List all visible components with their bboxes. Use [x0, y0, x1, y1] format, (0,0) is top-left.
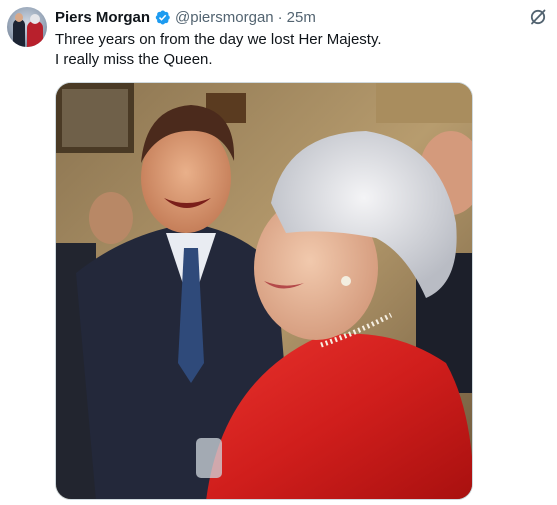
- wine-glass: [196, 438, 222, 478]
- tweet[interactable]: Piers Morgan @piersmorgan · 25m Three ye…: [0, 0, 557, 505]
- wall-panel: [376, 83, 472, 123]
- tweet-photo[interactable]: [55, 82, 473, 500]
- avatar-figure-left-head: [15, 13, 23, 22]
- tweet-header: Piers Morgan @piersmorgan · 25m: [55, 7, 316, 27]
- tweet-text-line-1: Three years on from the day we lost Her …: [55, 31, 382, 48]
- avatar-figure-right-head: [30, 14, 40, 24]
- header-separator: ·: [277, 8, 283, 26]
- author-avatar[interactable]: [7, 7, 47, 47]
- author-handle[interactable]: @piersmorgan: [175, 9, 274, 26]
- tweet-text: Three years on from the day we lost Her …: [55, 30, 545, 70]
- tweet-text-line-2: I really miss the Queen.: [55, 51, 213, 68]
- avatar-figure-right: [27, 21, 43, 47]
- painting: [62, 89, 128, 147]
- queen-earring: [341, 276, 351, 286]
- photo-illustration: [56, 83, 472, 499]
- bg-person-left-face: [89, 192, 133, 244]
- tweet-timestamp[interactable]: 25m: [287, 9, 316, 26]
- avatar-figure-left: [13, 19, 25, 47]
- grok-icon[interactable]: [528, 7, 548, 27]
- author-display-name[interactable]: Piers Morgan: [55, 9, 150, 26]
- verified-badge-icon[interactable]: [154, 9, 171, 26]
